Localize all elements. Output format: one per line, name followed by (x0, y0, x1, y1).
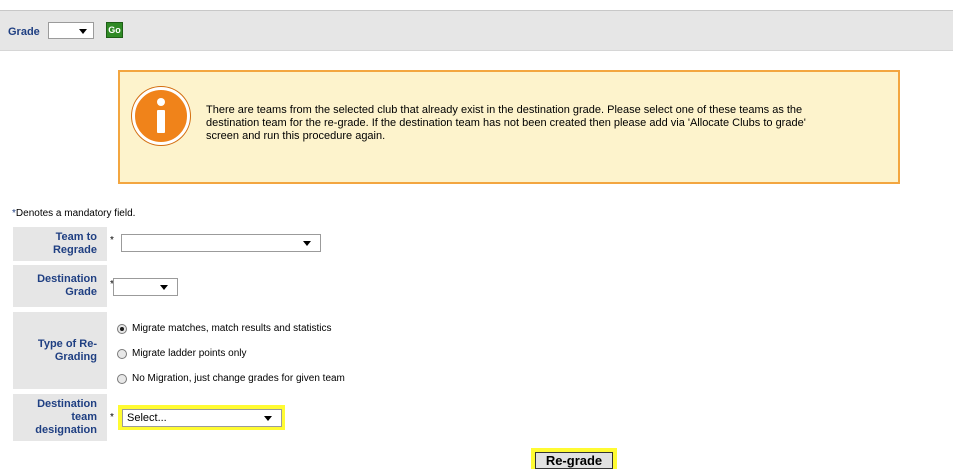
radio-migrate-all[interactable]: Migrate matches, match results and stati… (117, 323, 332, 334)
destination-grade-label: Destination Grade (13, 265, 107, 307)
destination-grade-select[interactable] (113, 278, 178, 296)
info-icon (132, 87, 190, 145)
destination-team-value: Select... (127, 412, 167, 424)
radio-label: Migrate ladder points only (132, 348, 247, 359)
destination-team-label: Destination team designation (13, 394, 107, 441)
team-to-regrade-label: Team to Regrade (13, 227, 107, 261)
radio-no-migration[interactable]: No Migration, just change grades for giv… (117, 373, 345, 384)
radio-label: No Migration, just change grades for giv… (132, 373, 345, 384)
type-of-regrading-label: Type of Re-Grading (13, 312, 107, 389)
radio-button[interactable] (117, 323, 127, 334)
team-to-regrade-select[interactable] (121, 234, 321, 252)
go-button[interactable]: Go (106, 22, 123, 38)
grade-bar: Grade Go (0, 10, 953, 51)
info-message-box: There are teams from the selected club t… (118, 70, 900, 184)
mandatory-note: *Denotes a mandatory field. (12, 208, 135, 219)
grade-select[interactable] (48, 22, 94, 39)
required-marker: * (110, 235, 114, 246)
required-marker: * (110, 412, 114, 423)
chevron-down-icon (79, 28, 87, 34)
grade-label: Grade (8, 26, 40, 38)
info-icon-bar (157, 110, 165, 133)
mandatory-text: Denotes a mandatory field. (15, 208, 136, 219)
destination-team-select[interactable]: Select... (122, 409, 282, 427)
radio-button[interactable] (117, 348, 127, 359)
chevron-down-icon (264, 416, 272, 421)
radio-label: Migrate matches, match results and stati… (132, 323, 332, 334)
info-icon-dot (157, 98, 165, 106)
radio-button[interactable] (117, 373, 127, 384)
radio-migrate-ladder[interactable]: Migrate ladder points only (117, 348, 247, 359)
chevron-down-icon (303, 241, 311, 246)
regrade-button[interactable]: Re-grade (535, 452, 613, 469)
chevron-down-icon (160, 285, 168, 290)
info-message-text: There are teams from the selected club t… (206, 104, 806, 142)
